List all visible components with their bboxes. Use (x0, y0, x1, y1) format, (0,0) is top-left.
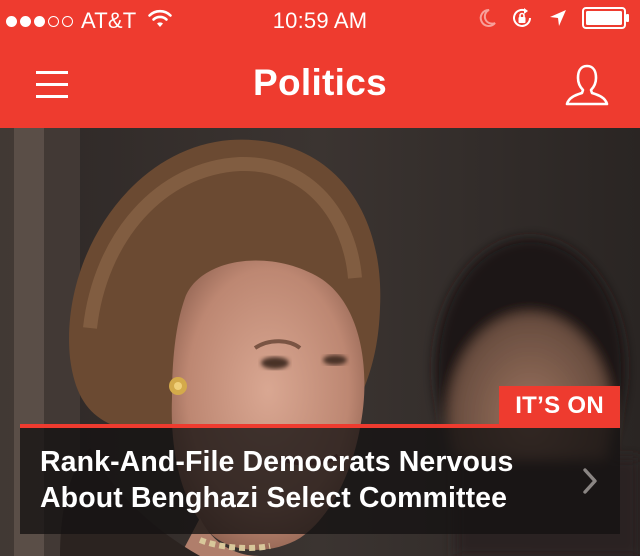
rotation-lock-icon (510, 6, 534, 36)
status-right (478, 6, 630, 36)
moon-icon (478, 8, 496, 34)
location-arrow-icon (548, 8, 568, 34)
nav-bar: Politics (0, 42, 640, 128)
user-profile-icon[interactable] (562, 62, 612, 108)
story-headline[interactable]: Rank-And-File Democrats Nervous About Be… (40, 444, 560, 516)
page-title: Politics (253, 62, 387, 103)
profile-button[interactable] (562, 62, 612, 108)
story-badge: IT’S ON (499, 386, 620, 426)
headline-card[interactable]: Rank-And-File Democrats Nervous About Be… (20, 424, 620, 534)
chevron-right-icon[interactable] (580, 466, 600, 496)
status-bar: AT&T 10:59 AM (0, 0, 640, 42)
header: AT&T 10:59 AM Politics (0, 0, 640, 128)
battery-icon (582, 7, 630, 35)
app-screen: AT&T 10:59 AM Politics IT’S ON Rank-And-… (0, 0, 640, 556)
